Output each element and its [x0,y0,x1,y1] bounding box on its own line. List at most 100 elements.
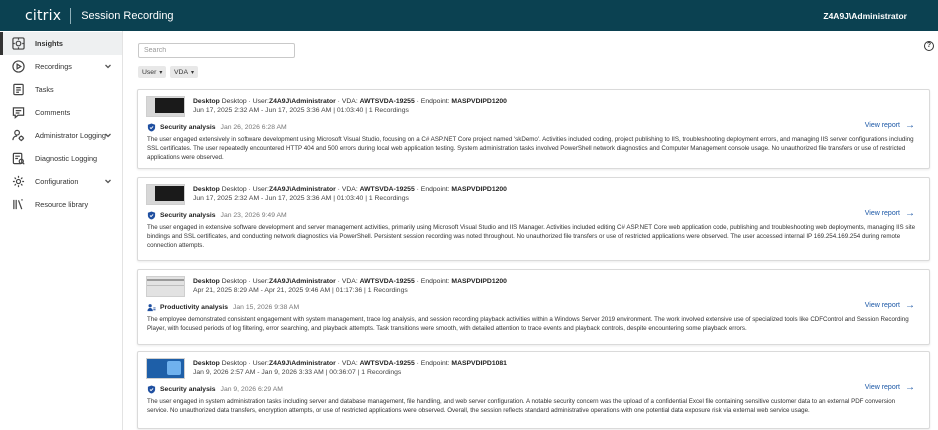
session-user: Z4A9J\Administrator [268,278,336,285]
session-endpoint: MASPVDIPD1200 [451,278,507,285]
session-vda: AWTSVDA-19255 [359,98,415,105]
view-report-label: View report [864,302,900,309]
library-icon [12,198,25,211]
sidebar-item-label: Insights [35,39,63,48]
analysis-summary: The user engaged in extensive software d… [147,224,916,250]
analysis-type: Security analysis [160,212,216,219]
vda-label: · VDA: [335,186,360,193]
session-vda: AWTSVDA-19255 [359,360,415,367]
vda-label: · VDA: [335,360,360,367]
analysis-summary: The employee demonstrated consistent eng… [147,316,909,333]
vda-label: · VDA: [335,98,360,105]
analysis-header: Security analysis Jan 9, 2026 6:29 AM [147,385,283,394]
help-icon[interactable]: ? [924,41,934,51]
arrow-right-icon: → [905,382,915,393]
session-vda: AWTSVDA-19255 [359,278,415,285]
analysis-header: Productivity analysis Jan 15, 2026 9:38 … [147,303,299,312]
session-time: Jan 9, 2026 2:57 AM - Jan 9, 2026 3:33 A… [193,369,402,376]
session-user: Z4A9J\Administrator [268,98,336,105]
main-content: ? User▾ VDA▾ Desktop Desktop · User:Z4A9… [124,31,938,430]
chevron-down-icon[interactable] [104,177,112,185]
session-thumbnail[interactable] [146,96,185,117]
session-time: Jun 17, 2025 2:32 AM - Jun 17, 2025 3:36… [193,195,409,202]
insights-icon [12,37,25,50]
endpoint-label: · Endpoint: [414,360,452,367]
session-meta: Desktop Desktop · User:Z4A9J\Administrat… [193,278,507,285]
diagnostic-icon [12,152,25,165]
view-report-label: View report [864,122,900,129]
session-user: Z4A9J\Administrator [268,360,336,367]
chevron-down-icon[interactable] [104,131,112,139]
session-endpoint: MASPVDIPD1200 [451,98,507,105]
sidebar: Insights Recordings Tasks Comments Admin… [0,31,123,430]
analysis-header: Security analysis Jan 26, 2026 6:28 AM [147,123,287,132]
sidebar-item-label: Resource library [35,200,89,209]
sidebar-item-label: Configuration [35,177,79,186]
search-input[interactable] [138,43,295,58]
user-menu[interactable]: Z4A9J\Administrator [823,11,907,21]
session-card: Desktop Desktop · User:Z4A9J\Administrat… [137,89,930,169]
sidebar-item-administrator-logging[interactable]: Administrator Logging [0,124,122,147]
chevron-down-icon[interactable] [104,62,112,70]
chevron-down-icon: ▾ [190,69,194,76]
top-bar: citrix Session Recording Z4A9J\Administr… [0,0,938,31]
view-report-link[interactable]: View report → [865,208,915,219]
sidebar-item-resource-library[interactable]: Resource library [0,193,122,216]
productivity-icon [147,304,156,312]
session-card: Desktop Desktop · User:Z4A9J\Administrat… [137,269,930,345]
sidebar-item-comments[interactable]: Comments [0,101,122,124]
meta-prefix: Desktop · User: [221,278,269,285]
chevron-down-icon: ▾ [159,69,163,76]
analysis-date: Jan 23, 2026 9:49 AM [220,212,287,219]
logo-divider [70,7,72,24]
filter-user[interactable]: User ▾ [138,66,167,78]
analysis-date: Jan 26, 2026 6:28 AM [220,124,287,131]
admin-user-icon [12,129,25,142]
arrow-right-icon: → [905,300,915,311]
analysis-type: Security analysis [160,386,216,393]
session-card: Desktop Desktop · User:Z4A9J\Administrat… [137,351,930,429]
sidebar-item-label: Recordings [35,62,72,71]
filter-label: VDA [174,68,188,76]
view-report-link[interactable]: View report → [865,300,915,311]
view-report-link[interactable]: View report → [865,120,915,131]
session-time: Jun 17, 2025 2:32 AM - Jun 17, 2025 3:36… [193,107,409,114]
analysis-type: Security analysis [160,124,216,131]
meta-prefix: Desktop · User: [221,360,269,367]
analysis-header: Security analysis Jan 23, 2026 9:49 AM [147,211,287,220]
shield-icon [147,211,156,220]
analysis-type: Productivity analysis [160,304,228,311]
sidebar-item-tasks[interactable]: Tasks [0,78,122,101]
session-thumbnail[interactable] [146,358,185,379]
sidebar-item-label: Administrator Logging [35,131,106,140]
arrow-right-icon: → [905,208,915,219]
vda-label: · VDA: [335,278,360,285]
endpoint-label: · Endpoint: [414,186,452,193]
sidebar-item-label: Diagnostic Logging [35,154,98,163]
session-card: Desktop Desktop · User:Z4A9J\Administrat… [137,177,930,261]
session-thumbnail[interactable] [146,184,185,205]
session-meta: Desktop Desktop · User:Z4A9J\Administrat… [193,360,507,367]
analysis-date: Jan 15, 2026 9:38 AM [233,304,300,311]
analysis-date: Jan 9, 2026 6:29 AM [220,386,283,393]
shield-icon [147,385,156,394]
endpoint-label: · Endpoint: [414,278,452,285]
session-meta: Desktop Desktop · User:Z4A9J\Administrat… [193,98,507,105]
sidebar-item-recordings[interactable]: Recordings [0,55,122,78]
filter-vda[interactable]: VDA ▾ [170,66,198,78]
arrow-right-icon: → [905,120,915,131]
citrix-logo[interactable]: citrix [25,8,61,24]
view-report-label: View report [864,384,900,391]
meta-prefix: Desktop · User: [221,98,269,105]
view-report-link[interactable]: View report → [865,382,915,393]
session-thumbnail[interactable] [146,276,185,297]
session-endpoint: MASPVDIPD1081 [451,360,507,367]
sidebar-item-diagnostic-logging[interactable]: Diagnostic Logging [0,147,122,170]
sidebar-item-label: Comments [35,108,71,117]
session-meta: Desktop Desktop · User:Z4A9J\Administrat… [193,186,507,193]
endpoint-label: · Endpoint: [414,98,452,105]
sidebar-item-configuration[interactable]: Configuration [0,170,122,193]
sidebar-item-insights[interactable]: Insights [0,32,122,55]
shield-icon [147,123,156,132]
app-title: Session Recording [81,9,174,22]
